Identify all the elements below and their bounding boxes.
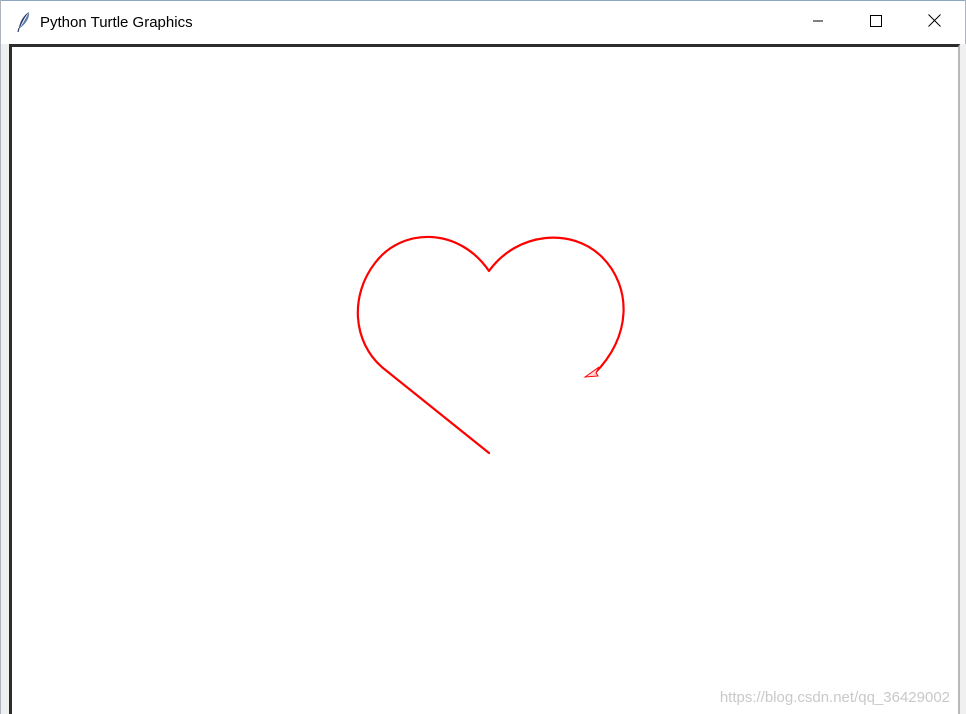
turtle-canvas-frame[interactable]: https://blog.csdn.net/qq_36429002 [9,44,960,714]
window-title: Python Turtle Graphics [40,14,193,31]
watermark: https://blog.csdn.net/qq_36429002 [719,689,950,706]
turtle-cursor-icon [583,366,600,378]
minimize-icon [812,14,824,32]
window-left-border [1,44,9,714]
feather-icon[interactable] [16,11,32,33]
heart-path [356,235,625,455]
maximize-button[interactable] [847,1,905,45]
close-icon [927,14,941,32]
turtle-canvas[interactable] [12,47,958,714]
maximize-icon [870,14,882,32]
title-bar[interactable]: Python Turtle Graphics [1,0,965,44]
window-right-border [960,44,966,714]
minimize-button[interactable] [789,1,847,45]
close-button[interactable] [905,1,963,45]
turtle-window: Python Turtle Graphics https://blog.csdn… [0,0,966,714]
